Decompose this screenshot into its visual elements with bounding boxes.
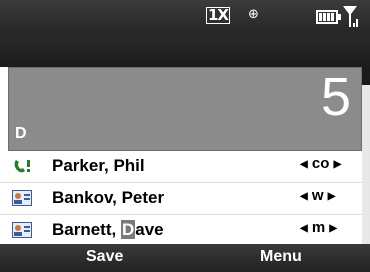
right-arrow-icon[interactable]: ▶ xyxy=(328,191,336,202)
battery-icon xyxy=(316,10,341,24)
menu-softkey[interactable]: Menu xyxy=(260,248,302,266)
contact-name-part: ave xyxy=(135,220,164,239)
status-bar: 1X ⊕ xyxy=(0,0,370,33)
right-arrow-icon[interactable]: ▶ xyxy=(334,159,342,170)
right-arrow-icon[interactable]: ▶ xyxy=(329,223,337,234)
contact-row[interactable]: Bankov, Peter ◀ w ▶ xyxy=(0,183,362,215)
contact-name-part: Barnett, xyxy=(52,220,121,239)
contact-list: Parker, Phil ◀ co ▶ Bankov, Peter ◀ w ▶ xyxy=(0,151,362,247)
contact-name: Bankov, Peter xyxy=(52,188,165,207)
scrollbar[interactable] xyxy=(362,67,370,245)
left-arrow-icon[interactable]: ◀ xyxy=(300,191,308,202)
softkey-bar: Save Menu xyxy=(0,244,370,272)
left-arrow-icon[interactable]: ◀ xyxy=(300,223,308,234)
contact-name: Barnett, Dave xyxy=(52,218,164,242)
phone-type-selector[interactable]: ◀ w ▶ xyxy=(300,187,335,204)
smart-dial-panel: 5 D xyxy=(8,67,362,151)
contact-row[interactable]: Barnett, Dave ◀ m ▶ xyxy=(0,215,362,247)
contact-row[interactable]: Parker, Phil ◀ co ▶ xyxy=(0,151,362,183)
contact-name: Parker, Phil xyxy=(52,156,145,175)
matched-highlight: D xyxy=(120,220,136,239)
title-bar xyxy=(0,33,370,67)
phone-type-label: co xyxy=(311,155,330,172)
scrollbar-thumb[interactable] xyxy=(362,67,370,85)
roaming-icon: ⊕ xyxy=(248,7,259,22)
contact-card-icon xyxy=(12,190,32,206)
save-softkey[interactable]: Save xyxy=(86,248,123,266)
phone-type-selector[interactable]: ◀ co ▶ xyxy=(300,155,341,172)
phone-type-label: m xyxy=(311,219,326,236)
signal-icon xyxy=(343,6,358,27)
matched-letter: D xyxy=(15,125,27,142)
left-arrow-icon[interactable]: ◀ xyxy=(300,159,308,170)
voicemail-phone-icon xyxy=(12,158,32,174)
typed-digits: 5 xyxy=(320,67,351,127)
phone-type-selector[interactable]: ◀ m ▶ xyxy=(300,219,337,236)
network-1x-indicator: 1X xyxy=(206,6,231,24)
contact-card-icon xyxy=(12,222,32,238)
phone-type-label: w xyxy=(311,187,324,204)
